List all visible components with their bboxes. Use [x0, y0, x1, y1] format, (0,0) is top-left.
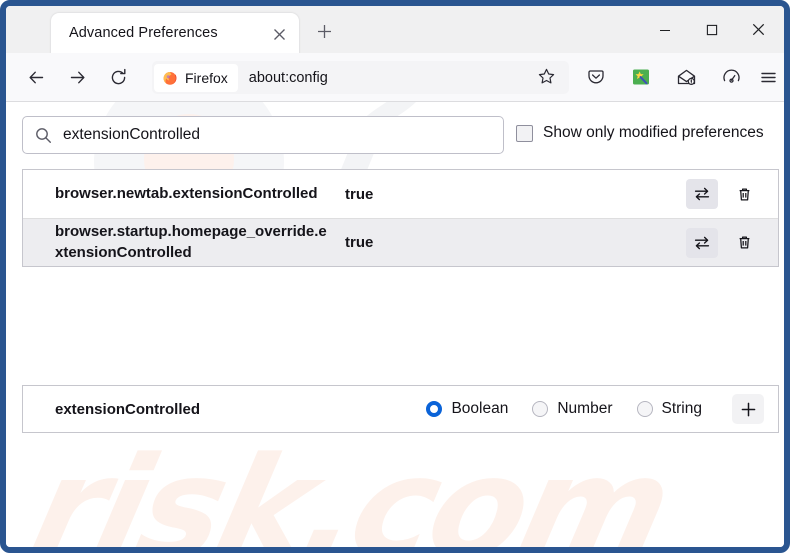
- reload-icon[interactable]: [102, 61, 134, 93]
- address-bar[interactable]: Firefox about:config: [152, 61, 569, 94]
- preference-value: true: [345, 185, 374, 203]
- site-identity-chip[interactable]: Firefox: [154, 63, 238, 92]
- radio-string-label: String: [661, 400, 703, 417]
- site-chip-label: Firefox: [185, 69, 228, 86]
- radio-number-label: Number: [557, 400, 613, 417]
- preference-name: browser.newtab.extensionControlled: [55, 184, 318, 202]
- row-actions: [686, 227, 778, 258]
- navigation-toolbar: Firefox about:config: [6, 53, 784, 102]
- add-preference-button[interactable]: [732, 394, 764, 424]
- radio-dot-icon[interactable]: [636, 401, 653, 417]
- table-row[interactable]: browser.newtab.extensionControlled true: [23, 170, 778, 218]
- search-input-value: extensionControlled: [63, 126, 201, 143]
- close-icon[interactable]: [268, 23, 290, 45]
- new-tab-button[interactable]: [311, 18, 337, 44]
- about-config-page: ? risk.com extensionControlled Show only…: [6, 102, 784, 553]
- tab-strip: Advanced Preferences: [6, 6, 784, 54]
- add-preference-row: extensionControlled Boolean Number Strin…: [22, 385, 779, 433]
- radio-boolean[interactable]: Boolean: [426, 400, 508, 418]
- forward-icon[interactable]: [61, 61, 93, 93]
- tab-title: Advanced Preferences: [69, 25, 218, 41]
- preference-name: browser.startup.homepage_override.extens…: [55, 223, 327, 261]
- row-actions: [686, 179, 778, 209]
- preference-type-options: Boolean Number String: [426, 394, 778, 424]
- radio-string[interactable]: String: [636, 400, 703, 418]
- show-modified-label: Show only modified preferences: [543, 124, 764, 141]
- back-icon[interactable]: [20, 61, 52, 93]
- radio-number[interactable]: Number: [532, 400, 613, 418]
- search-icon: [35, 127, 52, 144]
- browser-window: Advanced Preferences Firefox about:confi…: [0, 0, 790, 553]
- radio-dot-icon[interactable]: [532, 401, 549, 417]
- account-icon[interactable]: [716, 62, 746, 92]
- app-menu-icon[interactable]: [753, 62, 783, 92]
- preferences-table: browser.newtab.extensionControlled true: [22, 169, 779, 267]
- new-preference-name: extensionControlled: [55, 400, 201, 418]
- toggle-icon[interactable]: [686, 227, 718, 258]
- delete-icon[interactable]: [728, 179, 760, 209]
- mail-icon[interactable]: [671, 62, 701, 92]
- toggle-icon[interactable]: [686, 179, 718, 209]
- show-modified-preferences-toggle[interactable]: Show only modified preferences: [516, 124, 764, 142]
- table-row[interactable]: browser.startup.homepage_override.extens…: [23, 218, 778, 266]
- pocket-icon[interactable]: [581, 62, 611, 92]
- radio-boolean-label: Boolean: [451, 400, 509, 417]
- window-controls: [641, 6, 782, 53]
- checkbox-icon[interactable]: [516, 124, 533, 142]
- browser-tab[interactable]: Advanced Preferences: [51, 13, 299, 54]
- delete-icon[interactable]: [728, 228, 760, 258]
- bookmark-star-icon[interactable]: [537, 67, 559, 89]
- maximize-icon[interactable]: [688, 6, 735, 53]
- minimize-icon[interactable]: [641, 6, 688, 53]
- radio-dot-icon[interactable]: [426, 401, 443, 417]
- preference-value: true: [345, 234, 374, 251]
- extension-icon[interactable]: [626, 62, 656, 92]
- search-input[interactable]: extensionControlled: [22, 116, 504, 154]
- url-text: about:config: [248, 69, 328, 86]
- search-row: extensionControlled Show only modified p…: [6, 116, 784, 156]
- firefox-logo-icon: [163, 71, 177, 85]
- close-window-icon[interactable]: [735, 6, 782, 53]
- watermark-bottom: risk.com: [17, 427, 682, 553]
